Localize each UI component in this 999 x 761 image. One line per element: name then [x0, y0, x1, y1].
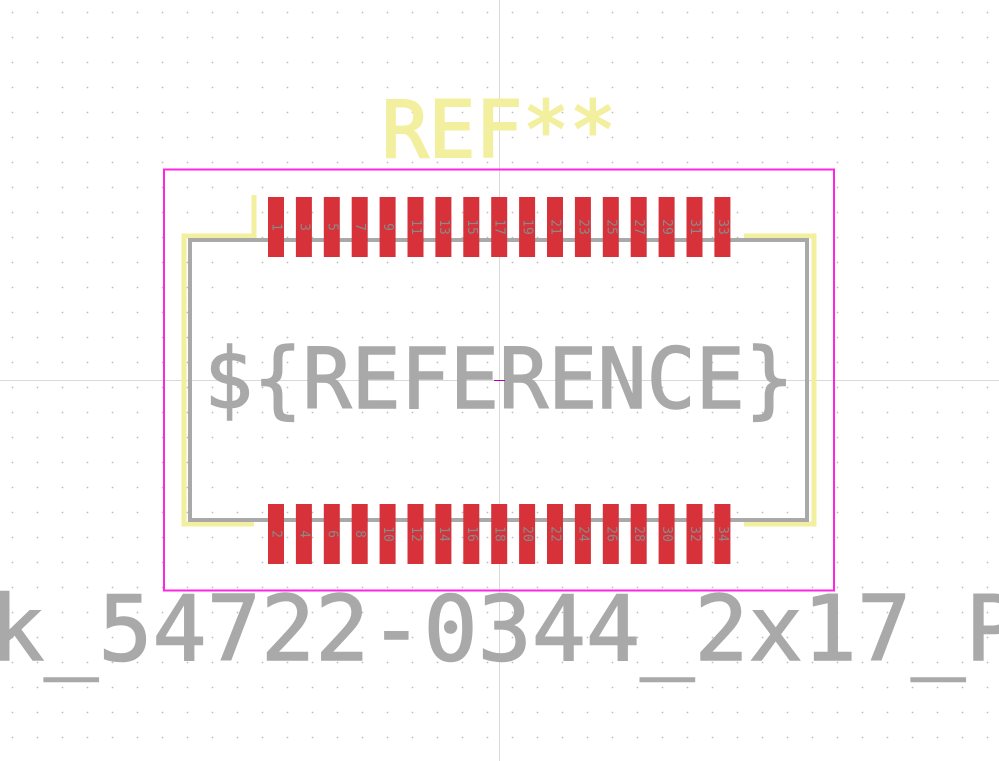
pad-number-label: 24: [575, 526, 590, 542]
pad-number-label: 17: [492, 219, 507, 235]
pad-number-label: 32: [687, 526, 702, 542]
pad-number-label: 25: [603, 219, 618, 235]
pad-number-label: 5: [324, 223, 339, 231]
pad-row-bottom: 2 4 6 8 10 12 14 16 18 20 22 24 26 28 30 32 34: [268, 504, 731, 564]
pad-number-label: 7: [352, 223, 367, 231]
ref-designator-label[interactable]: REF**: [381, 85, 618, 177]
pad-number-label: 16: [464, 526, 479, 542]
pad-number-label: 14: [436, 526, 451, 542]
pad-number-label: 15: [464, 219, 479, 235]
pad-number-label: 31: [687, 219, 702, 235]
pad-number-label: 4: [296, 530, 311, 538]
pad-number-label: 2: [269, 530, 284, 538]
pad-number-label: 11: [408, 219, 423, 235]
pad-number-label: 28: [631, 526, 646, 542]
pad-number-label: 30: [659, 526, 674, 542]
footprint-editor-canvas[interactable]: REF** ${REFERENCE} k_54722-0344_2x17_P0 …: [0, 0, 999, 761]
pad-number-label: 10: [380, 526, 395, 542]
reference-field-text[interactable]: ${REFERENCE}: [203, 329, 795, 429]
pad-number-label: 27: [631, 219, 646, 235]
pad-number-label: 29: [659, 219, 674, 235]
pad-number-label: 18: [492, 526, 507, 542]
pad-number-label: 20: [520, 526, 535, 542]
pad-number-label: 33: [715, 219, 730, 235]
pad-number-label: 34: [715, 526, 730, 542]
pad-number-label: 9: [380, 223, 395, 231]
footprint-value-label[interactable]: k_54722-0344_2x17_P0: [0, 576, 999, 683]
pad-number-label: 21: [548, 219, 563, 235]
pad-number-label: 12: [408, 526, 423, 542]
pad-number-label: 13: [436, 219, 451, 235]
pad-number-label: 19: [520, 219, 535, 235]
pad-row-top: 1 3 5 7 9 11 13 15 17 19 21 23 25 27 29 31 33: [268, 197, 731, 257]
pad-number-label: 3: [296, 223, 311, 231]
pad-number-label: 23: [575, 219, 590, 235]
pad-number-label: 8: [352, 530, 367, 538]
pad-number-label: 26: [603, 526, 618, 542]
pad-number-label: 1: [269, 223, 284, 231]
pad-number-label: 22: [548, 526, 563, 542]
pad-number-label: 6: [324, 530, 339, 538]
